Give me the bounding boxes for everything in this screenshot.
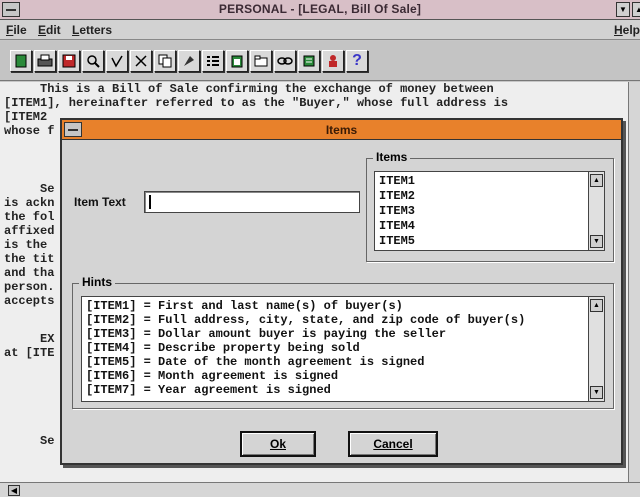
find-icon[interactable] [82,50,104,72]
help-icon[interactable]: ? [346,50,368,72]
document-line: EX [4,332,55,346]
document-line: and tha [4,266,55,280]
cut-icon[interactable] [130,50,152,72]
horizontal-scrollbar[interactable]: ◀ [0,482,640,497]
hint-item: [ITEM3] = Dollar amount buyer is paying … [86,327,447,341]
link-icon[interactable] [274,50,296,72]
document-line: person. [4,280,55,294]
hint-item: [ITEM1] = First and last name(s) of buye… [86,299,403,313]
hint-item: [ITEM6] = Month agreement is signed [86,369,339,383]
document-line: [ITEM2 [4,110,48,124]
menu-bar: File Edit Letters Help [0,20,640,40]
cancel-button[interactable]: Cancel [348,431,438,457]
ok-button[interactable]: Ok [240,431,316,457]
minimize-button[interactable]: ▼ [616,2,630,17]
person-icon[interactable] [322,50,344,72]
scroll-down-icon[interactable]: ▼ [590,235,603,248]
clipboard-icon[interactable] [226,50,248,72]
items-group-label: Items [373,150,411,164]
print-icon[interactable] [34,50,56,72]
window-title-bar[interactable]: PERSONAL - [LEGAL, Bill Of Sale] ▼ ▲ [0,0,640,20]
scroll-left-icon[interactable]: ◀ [8,485,20,496]
hint-item: [ITEM7] = Year agreement is signed [86,383,331,397]
document-line: whose f [4,124,55,138]
document-line: Se [4,434,55,448]
save-icon[interactable] [58,50,80,72]
item-text-input[interactable] [144,191,360,213]
document-line: the tit [4,252,55,266]
scroll-up-icon[interactable]: ▲ [590,174,603,187]
scroll-down-icon[interactable]: ▼ [590,386,603,399]
hint-item: [ITEM2] = Full address, city, state, and… [86,313,526,327]
document-line: at [ITE [4,346,55,360]
spell-check-icon[interactable] [106,50,128,72]
document-line: the fol [4,210,55,224]
window-title: PERSONAL - [LEGAL, Bill Of Sale] [218,2,422,16]
hints-group: Hints [ITEM1] = First and last name(s) o… [72,275,614,409]
hints-listbox[interactable]: [ITEM1] = First and last name(s) of buye… [81,296,605,402]
text-caret [149,195,151,209]
dialog-title-bar[interactable]: Items [62,120,621,140]
maximize-button[interactable]: ▲ [632,2,640,17]
list-item[interactable]: ITEM1 [379,174,415,188]
numbering-icon[interactable] [202,50,224,72]
document-line: accepts [4,294,55,308]
items-group: Items ITEM1 ITEM2 ITEM3 ITEM4 ITEM5 ▲ ▼ [366,150,614,262]
hints-group-label: Hints [79,275,115,289]
items-scrollbar[interactable]: ▲ ▼ [588,172,604,250]
folder-icon[interactable] [250,50,272,72]
list-item[interactable]: ITEM3 [379,204,415,218]
document-line: Se [4,182,55,196]
list-item[interactable]: ITEM2 [379,189,415,203]
document-line: [ITEM1], hereinafter referred to as the … [4,96,509,110]
paste-icon[interactable] [178,50,200,72]
document-line: affixed [4,224,55,238]
document-line: is ackn [4,196,55,210]
menu-file[interactable]: File [6,23,27,37]
notes-icon[interactable] [298,50,320,72]
hint-item: [ITEM4] = Describe property being sold [86,341,360,355]
items-dialog: Items Item Text Items ITEM1 ITEM2 ITEM3 … [60,118,623,465]
hint-item: [ITEM5] = Date of the month agreement is… [86,355,425,369]
list-item[interactable]: ITEM5 [379,234,415,248]
menu-help[interactable]: Help [614,23,640,37]
items-listbox[interactable]: ITEM1 ITEM2 ITEM3 ITEM4 ITEM5 ▲ ▼ [374,171,605,251]
document-line: This is a Bill of Sale confirming the ex… [4,82,494,96]
item-text-label: Item Text [74,195,126,209]
copy-icon[interactable] [154,50,176,72]
menu-letters[interactable]: Letters [72,23,112,37]
dialog-title: Items [325,123,358,137]
new-icon[interactable] [10,50,32,72]
list-item[interactable]: ITEM4 [379,219,415,233]
scroll-up-icon[interactable]: ▲ [590,299,603,312]
document-line: is the [4,238,48,252]
menu-edit[interactable]: Edit [38,23,61,37]
hints-scrollbar[interactable]: ▲ ▼ [588,297,604,401]
vertical-scrollbar[interactable] [628,82,640,482]
toolbar: ? [0,41,640,81]
